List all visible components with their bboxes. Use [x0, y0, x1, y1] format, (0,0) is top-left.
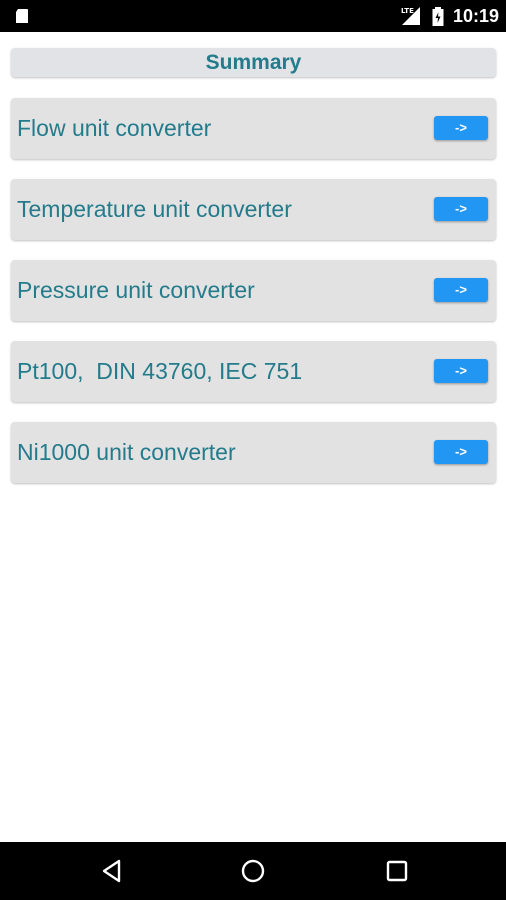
page-title: Summary	[205, 51, 302, 74]
open-temperature-converter-button[interactable]: ->	[434, 197, 488, 221]
lte-signal-icon: LTE	[400, 6, 422, 31]
converter-card-pt100[interactable]: Pt100, DIN 43760, IEC 751 ->	[11, 341, 496, 402]
home-icon[interactable]	[240, 858, 266, 889]
status-time: 10:19	[453, 6, 500, 26]
open-pressure-converter-button[interactable]: ->	[434, 278, 488, 302]
converter-card-pressure[interactable]: Pressure unit converter ->	[11, 260, 496, 321]
battery-icon	[432, 7, 444, 32]
converter-card-flow[interactable]: Flow unit converter ->	[11, 98, 496, 159]
summary-header: Summary	[11, 48, 496, 77]
status-bar: LTE 10:19	[0, 0, 506, 32]
converter-card-temperature[interactable]: Temperature unit converter ->	[11, 179, 496, 240]
navigation-bar	[0, 842, 506, 900]
converter-label: Ni1000 unit converter	[17, 439, 236, 465]
converter-label: Flow unit converter	[17, 115, 212, 141]
sd-card-icon	[14, 8, 30, 29]
converter-label: Pressure unit converter	[17, 277, 255, 303]
recents-icon[interactable]	[384, 858, 410, 889]
back-icon[interactable]	[99, 858, 125, 889]
converter-card-ni1000[interactable]: Ni1000 unit converter ->	[11, 422, 496, 483]
converter-label: Temperature unit converter	[17, 196, 292, 222]
open-ni1000-converter-button[interactable]: ->	[434, 440, 488, 464]
network-type: LTE	[401, 7, 414, 15]
open-flow-converter-button[interactable]: ->	[434, 116, 488, 140]
open-pt100-converter-button[interactable]: ->	[434, 359, 488, 383]
converter-label: Pt100, DIN 43760, IEC 751	[17, 358, 303, 384]
